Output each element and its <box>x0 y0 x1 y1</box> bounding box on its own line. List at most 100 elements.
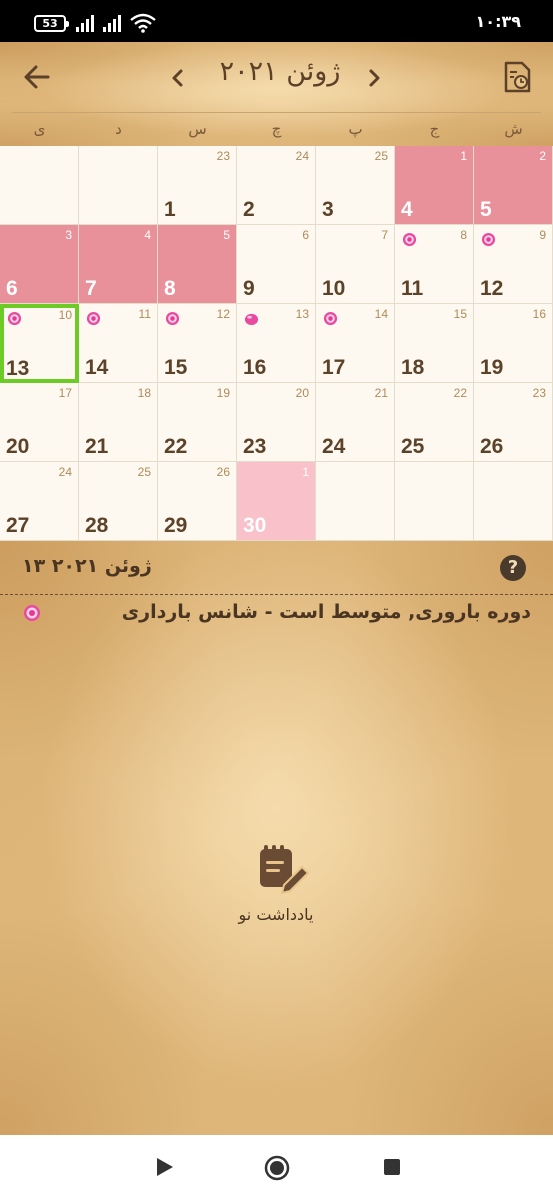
wifi-icon <box>130 13 156 33</box>
day-number: 27 <box>6 514 30 537</box>
cycle-day-number: 2 <box>539 149 546 163</box>
header-divider <box>12 112 541 113</box>
day-number: 28 <box>85 514 109 537</box>
day-number: 10 <box>322 277 346 300</box>
calendar-day-cell[interactable]: 1 30 <box>237 462 316 541</box>
calendar-day-cell[interactable]: 11 14 <box>79 304 158 383</box>
cycle-day-number: 12 <box>216 307 230 321</box>
fertility-status-row: دوره باروری, متوسط است - شانس بارداری <box>0 601 553 631</box>
day-number: 30 <box>243 514 267 537</box>
cycle-day-number: 7 <box>381 228 388 242</box>
weekday-label: پ <box>348 120 363 138</box>
calendar-day-cell[interactable]: 9 12 <box>474 225 553 304</box>
calendar-header: ژوئن ۲۰۲۱ ی د س چ پ ج ش <box>0 42 553 146</box>
cycle-day-number: 9 <box>539 228 546 242</box>
calendar-day-cell[interactable]: 18 21 <box>79 383 158 462</box>
fertility-flower-icon <box>165 311 180 326</box>
calendar-empty-cell <box>79 146 158 225</box>
cycle-day-number: 18 <box>137 386 151 400</box>
day-number: 22 <box>164 435 188 458</box>
calendar-day-cell[interactable]: 17 20 <box>0 383 79 462</box>
calendar-day-cell[interactable]: 24 2 <box>237 146 316 225</box>
back-arrow-icon[interactable] <box>20 60 54 94</box>
chevron-left-icon[interactable] <box>166 64 190 92</box>
fertility-status-text: دوره باروری, متوسط است - شانس بارداری <box>121 601 531 623</box>
cycle-day-number: 1 <box>460 149 467 163</box>
cycle-day-number: 11 <box>138 307 151 321</box>
status-bar: 53 ۱۰:۳۹ <box>0 0 553 42</box>
selected-date: ۱۳ ژوئن ۲۰۲۱ <box>22 555 152 577</box>
ovulation-egg-icon <box>244 313 259 326</box>
calendar-day-cell[interactable]: 24 27 <box>0 462 79 541</box>
day-number: 26 <box>480 435 504 458</box>
cycle-day-number: 24 <box>295 149 309 163</box>
cycle-day-number: 13 <box>295 307 309 321</box>
help-button[interactable]: ? <box>500 555 526 581</box>
calendar-day-cell[interactable]: 16 19 <box>474 304 553 383</box>
weekday-label: ش <box>504 120 523 138</box>
battery-icon: 53 <box>34 15 69 32</box>
cycle-day-number: 3 <box>65 228 72 242</box>
day-number: 12 <box>480 277 504 300</box>
calendar-day-cell[interactable]: 25 <box>474 146 553 225</box>
cycle-day-number: 25 <box>137 465 151 479</box>
day-number: 8 <box>164 277 176 300</box>
calendar-day-cell[interactable]: 47 <box>79 225 158 304</box>
calendar-day-cell[interactable]: 14 <box>395 146 474 225</box>
new-note-button[interactable]: یادداشت نو <box>226 841 326 931</box>
new-note-label: یادداشت نو <box>238 905 314 924</box>
weekday-label: د <box>115 120 122 138</box>
calendar-day-cell[interactable]: 14 17 <box>316 304 395 383</box>
calendar-empty-cell <box>395 462 474 541</box>
cycle-day-number: 15 <box>453 307 467 321</box>
cycle-day-number: 21 <box>374 386 388 400</box>
cycle-day-number: 8 <box>460 228 467 242</box>
cycle-day-number: 20 <box>295 386 309 400</box>
fertility-flower-icon <box>323 311 338 326</box>
fertility-flower-icon <box>24 605 40 621</box>
day-number: 16 <box>243 356 267 379</box>
calendar-day-cell[interactable]: 25 28 <box>79 462 158 541</box>
cycle-day-number: 24 <box>58 465 72 479</box>
calendar-empty-cell <box>0 146 79 225</box>
calendar-day-cell[interactable]: 58 <box>158 225 237 304</box>
day-number: 11 <box>401 277 424 300</box>
day-number: 6 <box>6 277 18 300</box>
home-circle-icon[interactable] <box>264 1155 290 1181</box>
day-number: 18 <box>401 356 425 379</box>
calendar-day-cell[interactable]: 36 <box>0 225 79 304</box>
calendar-day-cell[interactable]: 12 15 <box>158 304 237 383</box>
calendar-grid: 2 5 1 4 25 3 24 2 23 1 9 12 8 11 7 10 6 9 5 8 4 7 3 6 16 19 15 18 14… <box>0 146 553 541</box>
weekday-row: ی د س چ پ ج ش <box>0 120 553 142</box>
recents-square-icon[interactable] <box>382 1157 402 1177</box>
fertility-flower-icon <box>481 232 496 247</box>
day-number: 9 <box>243 277 255 300</box>
cycle-day-number: 4 <box>144 228 151 242</box>
calendar-day-cell[interactable]: 10 13 <box>0 304 79 383</box>
day-number: 13 <box>6 357 30 380</box>
calendar-day-cell[interactable]: 22 25 <box>395 383 474 462</box>
weekday-label: ج <box>429 120 440 138</box>
calendar-day-cell[interactable]: 7 10 <box>316 225 395 304</box>
divider <box>0 594 553 595</box>
calendar-day-cell[interactable]: 25 3 <box>316 146 395 225</box>
day-number: 25 <box>401 435 425 458</box>
calendar-day-cell[interactable]: 8 11 <box>395 225 474 304</box>
back-triangle-icon[interactable] <box>152 1155 176 1179</box>
calendar-day-cell[interactable]: 26 29 <box>158 462 237 541</box>
calendar-day-cell[interactable]: 19 22 <box>158 383 237 462</box>
calendar-day-cell[interactable]: 23 26 <box>474 383 553 462</box>
calendar-day-cell[interactable]: 23 1 <box>158 146 237 225</box>
cycle-day-number: 19 <box>216 386 230 400</box>
day-number: 5 <box>480 198 492 221</box>
chevron-right-icon[interactable] <box>362 64 386 92</box>
calendar-day-cell[interactable]: 15 18 <box>395 304 474 383</box>
report-clock-icon[interactable] <box>502 60 534 94</box>
calendar-day-cell[interactable]: 20 23 <box>237 383 316 462</box>
cycle-day-number: 14 <box>374 307 388 321</box>
day-number: 7 <box>85 277 97 300</box>
calendar-day-cell[interactable]: 21 24 <box>316 383 395 462</box>
calendar-day-cell[interactable]: 13 16 <box>237 304 316 383</box>
day-number: 17 <box>322 356 346 379</box>
calendar-day-cell[interactable]: 69 <box>237 225 316 304</box>
